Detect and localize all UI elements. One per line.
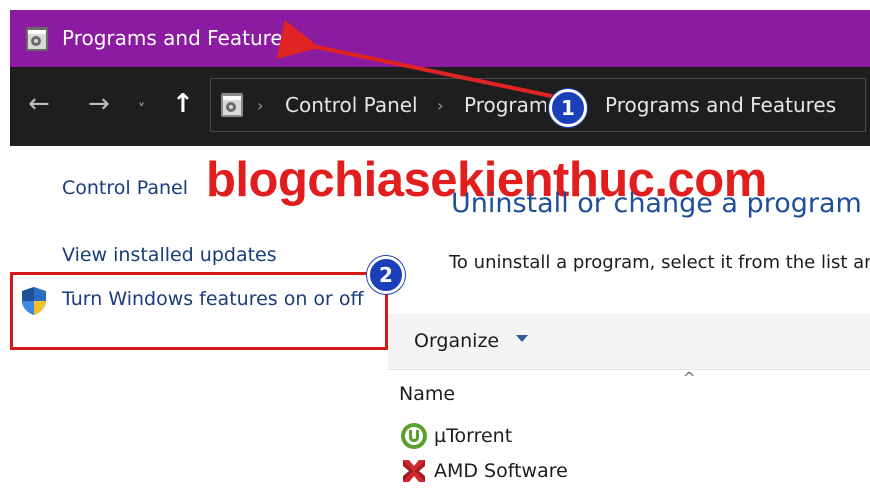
annotation-badge-2: 2 (367, 256, 405, 294)
program-row-utorrent[interactable]: µTorrent (400, 421, 512, 451)
programs-and-features-icon (26, 27, 48, 51)
up-arrow-icon[interactable]: ↑ (172, 89, 194, 119)
page-description: To uninstall a program, select it from t… (449, 252, 870, 273)
command-toolbar: Organize (388, 314, 870, 370)
breadcrumb-control-panel[interactable]: Control Panel (285, 93, 418, 117)
organize-button[interactable]: Organize (414, 330, 499, 352)
forward-arrow-icon[interactable]: → (88, 89, 110, 119)
column-header-name[interactable]: Name (399, 383, 455, 405)
breadcrumb-programs-and-features[interactable]: Programs and Features (605, 93, 836, 117)
breadcrumb-separator-icon: › (437, 96, 444, 115)
program-row-amd-software[interactable]: AMD Software (400, 456, 568, 486)
program-name: AMD Software (434, 460, 568, 482)
window-title: Programs and Features (62, 26, 294, 50)
back-arrow-icon[interactable]: ← (28, 89, 50, 119)
title-bar: Programs and Features (10, 10, 870, 67)
breadcrumb-programs[interactable]: Programs (464, 93, 546, 117)
page-title: Uninstall or change a program (451, 188, 862, 219)
organize-dropdown-caret-icon[interactable] (516, 335, 528, 342)
amd-software-icon (403, 460, 425, 482)
sidebar-view-installed-updates-link[interactable]: View installed updates (62, 244, 277, 266)
breadcrumb-separator-icon: › (257, 96, 264, 115)
address-bar[interactable]: › Control Panel › Programs Programs and … (210, 78, 866, 132)
sort-ascending-caret-icon: ^ (683, 369, 696, 387)
annotation-badge-1: 1 (549, 89, 587, 127)
program-name: µTorrent (434, 425, 513, 447)
uac-shield-icon (22, 287, 46, 315)
sidebar-control-panel-home-link[interactable]: Control Panel (62, 177, 188, 199)
programs-and-features-icon (221, 93, 243, 117)
sidebar-turn-windows-features-link[interactable]: Turn Windows features on or off (62, 285, 372, 313)
utorrent-icon (401, 423, 427, 449)
recent-locations-chevron-icon[interactable]: ˅ (138, 95, 145, 125)
navigation-bar: ← → ˅ ↑ › Control Panel › Programs Progr… (10, 67, 870, 146)
